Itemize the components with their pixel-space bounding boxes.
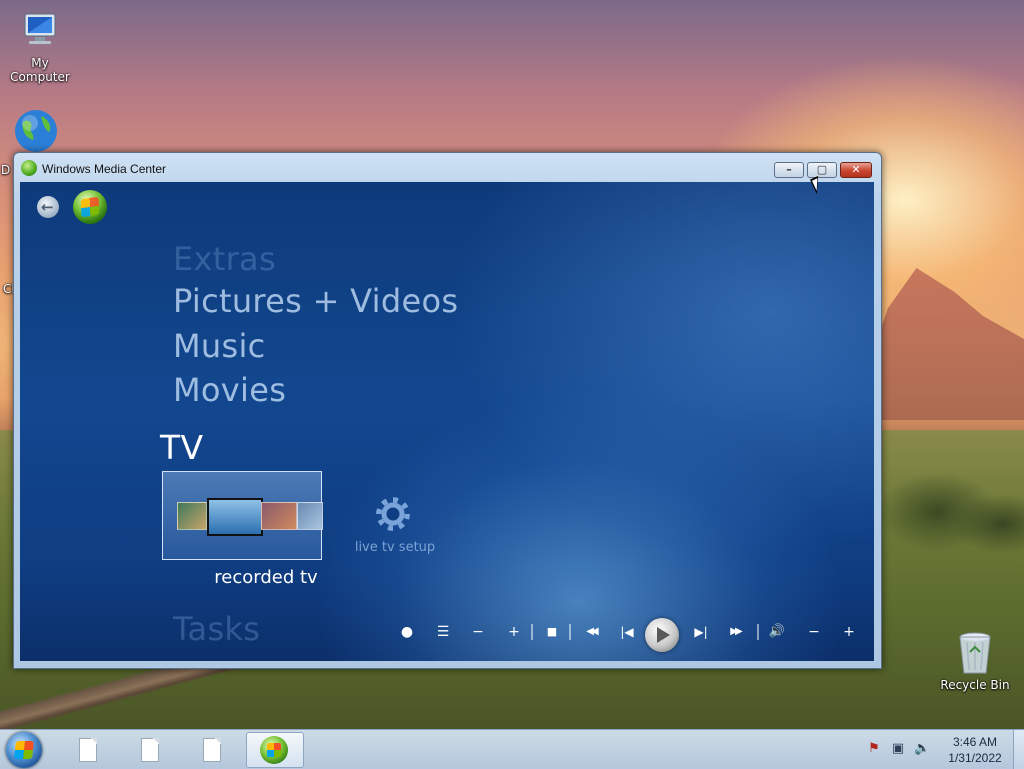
document-icon [79, 738, 97, 762]
menu-item-tasks[interactable]: Tasks [173, 610, 260, 648]
menu-item-extras[interactable]: Extras [173, 240, 276, 278]
background-logs [0, 660, 360, 730]
rewind-button[interactable]: ◀◀ [578, 622, 604, 642]
windows-logo-icon [14, 741, 34, 759]
recorded-tv-label: recorded tv [214, 567, 318, 588]
thumbnail-image [261, 502, 297, 530]
media-center-icon [260, 736, 288, 764]
volume-down-button[interactable]: − [806, 622, 822, 642]
recycle-bin-icon [952, 630, 998, 676]
desktop-icon-label: D [1, 163, 11, 177]
media-center-content: ← Extras Pictures + Videos Music Movies … [20, 182, 874, 661]
taskbar: ⚑ ▣ 🔈 3:46 AM 1/31/2022 [0, 729, 1024, 769]
desktop-icon-my-computer[interactable]: My Computer [0, 8, 80, 84]
window-title: Windows Media Center [42, 162, 167, 176]
show-desktop-button[interactable] [1013, 730, 1024, 769]
transport-separator [757, 624, 759, 640]
live-tv-setup-label[interactable]: live tv setup [350, 540, 440, 555]
record-button[interactable]: ● [400, 622, 414, 642]
skip-back-button[interactable]: |◀ [616, 622, 638, 642]
close-button[interactable]: ✕ [840, 162, 872, 178]
channel-down-button[interactable]: − [470, 622, 486, 642]
channel-up-button[interactable]: + [506, 622, 522, 642]
mute-button[interactable]: 🔊 [766, 622, 788, 642]
desktop-icon-label: My Computer [10, 56, 70, 84]
thumbnail-image [207, 498, 263, 536]
clock[interactable]: 3:46 AM 1/31/2022 [940, 734, 1010, 766]
start-orb-icon [80, 196, 100, 218]
play-button[interactable] [645, 618, 679, 652]
desktop-icon-recycle-bin[interactable]: Recycle Bin [935, 630, 1015, 692]
back-arrow-icon: ← [41, 198, 54, 216]
menu-item-pictures-videos[interactable]: Pictures + Videos [173, 282, 458, 320]
menu-item-tv[interactable]: TV [160, 428, 203, 467]
desktop-icon-label: Recycle Bin [940, 678, 1010, 692]
minimize-icon: – [786, 163, 792, 176]
clock-date: 1/31/2022 [948, 751, 1002, 765]
minimize-button[interactable]: – [774, 162, 804, 178]
maximize-icon: ▢ [816, 163, 828, 176]
volume-up-button[interactable]: + [841, 622, 857, 642]
guide-button[interactable]: ☰ [433, 622, 453, 642]
skip-forward-button[interactable]: ▶| [690, 622, 712, 642]
menu-item-movies[interactable]: Movies [173, 371, 286, 409]
taskbar-button-document-2[interactable] [122, 732, 178, 766]
thumbnail-image [297, 502, 323, 530]
media-center-window[interactable]: Windows Media Center – ▢ ✕ ← Extras Pict… [13, 152, 882, 669]
document-icon [141, 738, 159, 762]
start-button[interactable] [6, 732, 42, 768]
close-icon: ✕ [851, 163, 861, 176]
media-center-start-button[interactable] [73, 190, 107, 224]
taskbar-button-document-1[interactable] [60, 732, 116, 766]
taskbar-button-document-3[interactable] [184, 732, 240, 766]
volume-icon[interactable]: 🔈 [914, 742, 930, 756]
globe-icon [13, 108, 59, 154]
fast-forward-button[interactable]: ▶▶ [722, 622, 748, 642]
play-icon [657, 627, 670, 643]
media-center-icon [21, 160, 37, 176]
recorded-tv-tile[interactable] [162, 471, 323, 560]
windows-logo-icon [267, 743, 281, 757]
transport-separator [531, 624, 533, 640]
desktop-icon-globe[interactable]: D [0, 108, 57, 177]
maximize-button[interactable]: ▢ [807, 162, 837, 178]
action-center-icon[interactable]: ⚑ [866, 742, 882, 756]
thumbnail-image [177, 502, 207, 530]
clock-time: 3:46 AM [952, 735, 998, 749]
background-shrubs [880, 440, 1024, 560]
gear-icon[interactable] [378, 499, 408, 529]
transport-separator [569, 624, 571, 640]
document-icon [203, 738, 221, 762]
computer-icon [17, 8, 63, 54]
window-titlebar[interactable]: Windows Media Center – ▢ ✕ [14, 153, 881, 183]
stop-button[interactable]: ■ [544, 622, 560, 642]
menu-item-music[interactable]: Music [173, 327, 266, 365]
network-icon[interactable]: ▣ [890, 742, 906, 756]
taskbar-button-media-center[interactable] [246, 732, 304, 768]
back-button[interactable]: ← [37, 196, 59, 218]
